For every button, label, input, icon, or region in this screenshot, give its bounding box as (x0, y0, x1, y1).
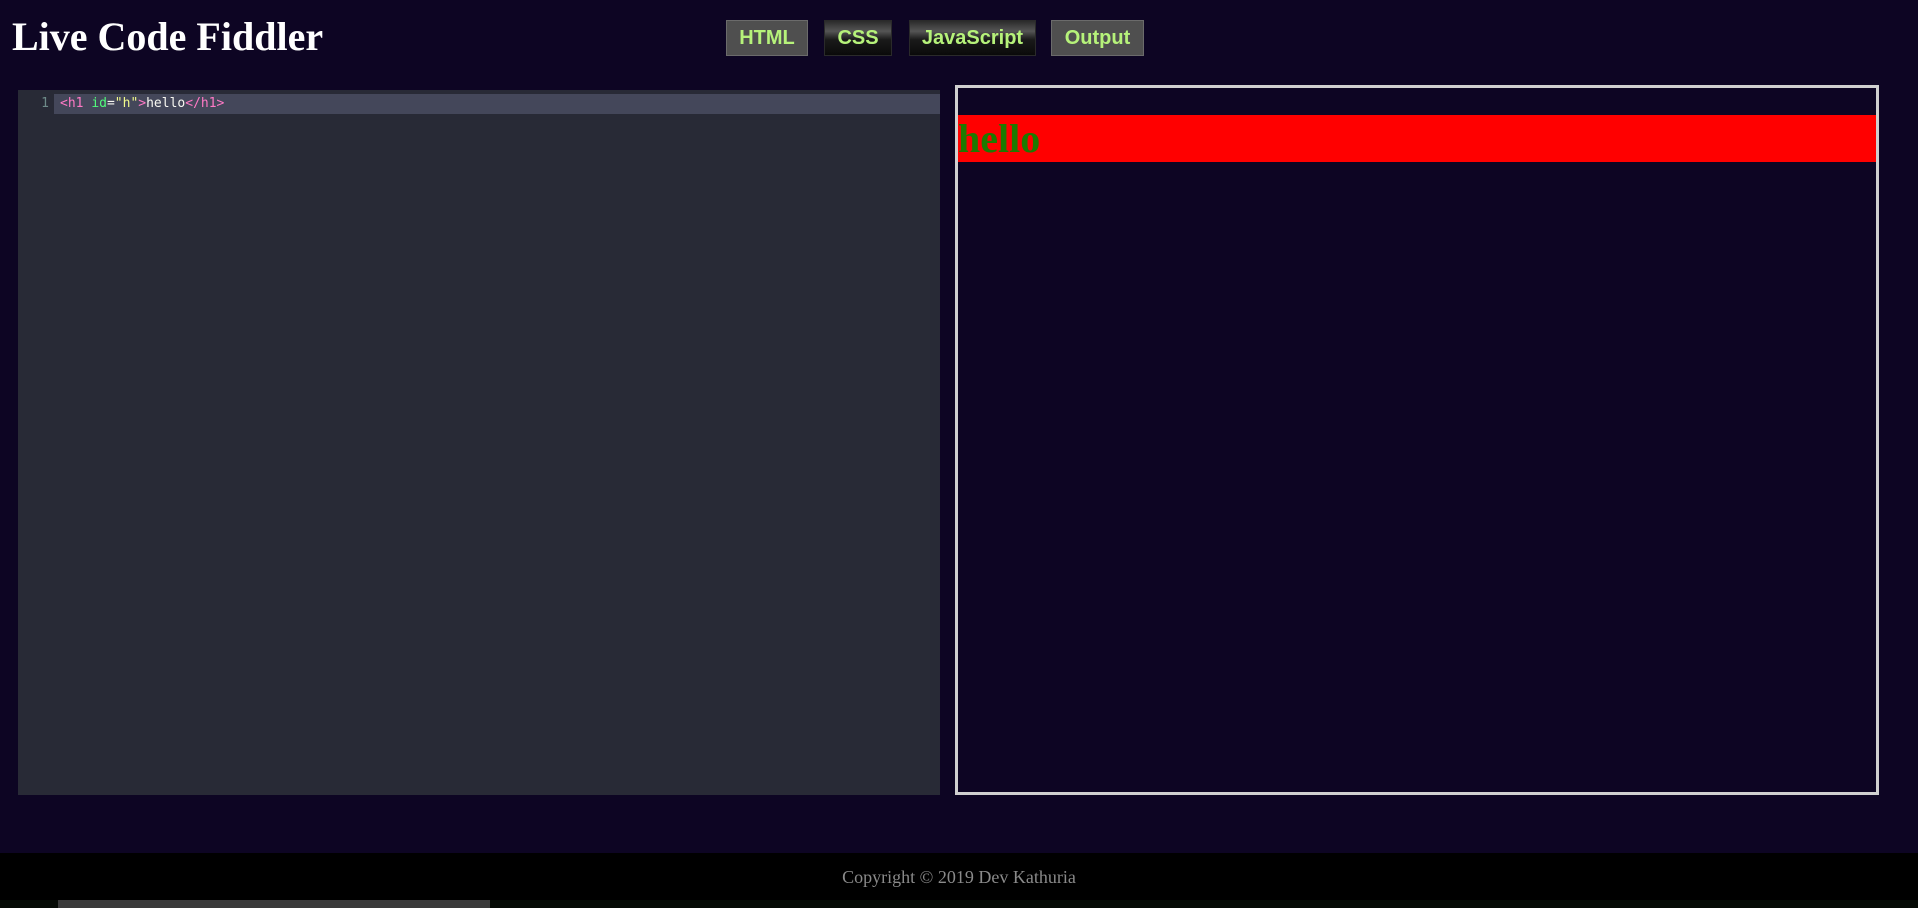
code-editor[interactable]: 1 <h1 id="h">hello</h1> (18, 90, 940, 795)
line-number-gutter (18, 90, 52, 795)
token-equals: = (106, 96, 115, 111)
tab-javascript[interactable]: JavaScript (909, 20, 1036, 56)
token-open-tag: <h1 (60, 96, 84, 111)
horizontal-scrollbar[interactable] (0, 900, 1918, 908)
token-attr-name: id (91, 96, 107, 111)
scrollbar-thumb[interactable] (58, 900, 490, 908)
output-heading: hello (958, 115, 1876, 162)
line-number: 1 (41, 96, 49, 111)
code-line-content[interactable]: <h1 id="h">hello</h1> (54, 94, 940, 114)
tab-html[interactable]: HTML (726, 20, 808, 56)
app-title: Live Code Fiddler (12, 14, 324, 59)
copyright-text: Copyright © 2019 Dev Kathuria (842, 867, 1076, 887)
token-tag-end: > (138, 96, 147, 111)
footer: Copyright © 2019 Dev Kathuria (0, 853, 1918, 900)
token-attr-value: "h" (114, 96, 139, 111)
code-line[interactable]: 1 <h1 id="h">hello</h1> (18, 94, 940, 114)
tab-output[interactable]: Output (1051, 20, 1144, 56)
header: Live Code Fiddler HTML CSS JavaScript Ou… (0, 0, 1918, 78)
tab-css[interactable]: CSS (824, 20, 892, 56)
output-frame[interactable]: hello (955, 85, 1879, 795)
token-text: hello (146, 96, 186, 111)
token-close-tag: </h1> (185, 96, 225, 111)
